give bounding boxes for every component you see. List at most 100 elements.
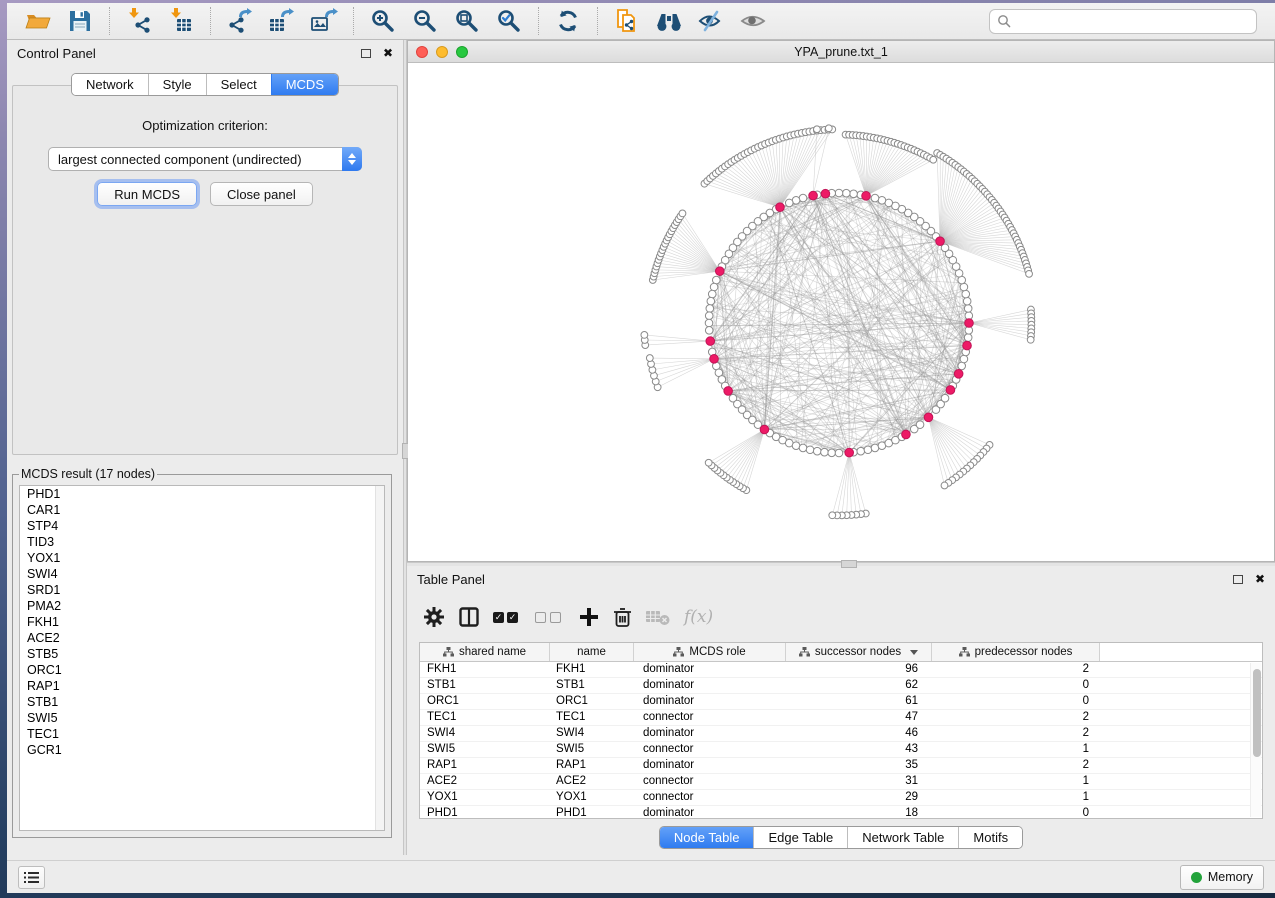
select-all-button[interactable]: ✓✓: [493, 602, 521, 632]
table-row[interactable]: SWI4SWI4dominator462: [420, 726, 1262, 742]
mcds-result-list[interactable]: PHD1CAR1STP4TID3YOX1SWI4SRD1PMA2FKH1ACE2…: [19, 485, 385, 831]
mcds-result-item[interactable]: RAP1: [20, 678, 384, 694]
mcds-result-item[interactable]: FKH1: [20, 614, 384, 630]
mcds-result-item[interactable]: CAR1: [20, 502, 384, 518]
network-window-titlebar[interactable]: YPA_prune.txt_1: [408, 41, 1274, 63]
table-panel-title: Table Panel: [417, 572, 485, 587]
copy-network-button[interactable]: [612, 6, 642, 36]
mcds-result-item[interactable]: STB5: [20, 646, 384, 662]
table-panel: Table Panel ✖ ✓✓ f(x) shared namenameMCDS…: [407, 566, 1275, 855]
export-network-button[interactable]: [225, 6, 255, 36]
scrollbar-thumb[interactable]: [1253, 669, 1261, 757]
tab-motifs[interactable]: Motifs: [958, 827, 1022, 848]
binoculars-button[interactable]: [654, 6, 684, 36]
function-builder-icon: f(x): [684, 607, 713, 627]
import-network-button[interactable]: [124, 6, 154, 36]
gear-button[interactable]: [423, 602, 445, 632]
tab-network[interactable]: Network: [72, 74, 148, 95]
zoom-selected-button[interactable]: [494, 6, 524, 36]
delete-column-icon: [613, 607, 632, 628]
mcds-list-scrollbar[interactable]: [375, 486, 384, 830]
criterion-dropdown[interactable]: largest connected component (undirected): [48, 147, 362, 171]
tab-edge-table[interactable]: Edge Table: [753, 827, 847, 848]
network-view[interactable]: [408, 63, 1274, 561]
mcds-result-item[interactable]: STP4: [20, 518, 384, 534]
table-cell: 2: [932, 662, 1100, 677]
splitter-grip[interactable]: [841, 560, 857, 568]
memory-button[interactable]: Memory: [1180, 865, 1264, 890]
tab-select[interactable]: Select: [206, 74, 271, 95]
column-type-icon: [443, 647, 454, 657]
toolbar-separator: [597, 7, 598, 35]
column-header-label: successor nodes: [815, 646, 901, 658]
close-panel-button[interactable]: Close panel: [210, 182, 313, 206]
table-scrollbar[interactable]: [1250, 663, 1261, 817]
tab-node-table[interactable]: Node Table: [660, 827, 754, 848]
table-row[interactable]: YOX1YOX1connector291: [420, 790, 1262, 806]
show-graphics-button[interactable]: [738, 6, 768, 36]
add-column-button[interactable]: [579, 602, 599, 632]
table-row[interactable]: TEC1TEC1connector472: [420, 710, 1262, 726]
mcds-result-item[interactable]: PHD1: [20, 486, 384, 502]
table-row[interactable]: PHD1PHD1dominator180: [420, 806, 1262, 819]
run-mcds-button[interactable]: Run MCDS: [97, 182, 197, 206]
table-row[interactable]: FKH1FKH1dominator962: [420, 662, 1262, 678]
table-cell: 18: [786, 806, 932, 819]
mcds-result-item[interactable]: GCR1: [20, 742, 384, 758]
mcds-result-item[interactable]: SWI5: [20, 710, 384, 726]
mcds-result-item[interactable]: PMA2: [20, 598, 384, 614]
tab-network-table[interactable]: Network Table: [847, 827, 958, 848]
task-history-button[interactable]: [18, 866, 45, 889]
zoom-fit-button[interactable]: [452, 6, 482, 36]
mcds-result-item[interactable]: YOX1: [20, 550, 384, 566]
mcds-result-item[interactable]: TEC1: [20, 726, 384, 742]
tab-mcds[interactable]: MCDS: [271, 74, 338, 95]
zoom-out-button[interactable]: [410, 6, 440, 36]
export-image-button[interactable]: [309, 6, 339, 36]
horizontal-splitter[interactable]: [407, 562, 1275, 566]
table-cell: SWI4: [420, 726, 550, 741]
mcds-result-item[interactable]: TID3: [20, 534, 384, 550]
search-box[interactable]: [989, 9, 1257, 34]
node-table: shared namenameMCDS role successor nodes p…: [419, 642, 1263, 819]
mcds-result-item[interactable]: STB1: [20, 694, 384, 710]
close-panel-icon[interactable]: ✖: [1255, 573, 1265, 585]
table-row[interactable]: ACE2ACE2connector311: [420, 774, 1262, 790]
search-input[interactable]: [1016, 14, 1249, 28]
zoom-selected-icon: [495, 7, 523, 35]
split-view-button[interactable]: [459, 602, 479, 632]
table-cell: TEC1: [550, 710, 634, 725]
mcds-result-item[interactable]: SWI4: [20, 566, 384, 582]
column-header-predecessor-nodes[interactable]: predecessor nodes: [932, 643, 1100, 661]
table-row[interactable]: ORC1ORC1dominator610: [420, 694, 1262, 710]
save-button[interactable]: [65, 6, 95, 36]
vertical-splitter[interactable]: [403, 40, 407, 855]
tab-style[interactable]: Style: [148, 74, 206, 95]
mcds-result-item[interactable]: ORC1: [20, 662, 384, 678]
export-table-button[interactable]: [267, 6, 297, 36]
column-header-MCDS-role[interactable]: MCDS role: [634, 643, 786, 661]
mcds-result-item[interactable]: SRD1: [20, 582, 384, 598]
hide-graphics-button[interactable]: [696, 6, 726, 36]
zoom-in-button[interactable]: [368, 6, 398, 36]
network-canvas[interactable]: [408, 63, 1275, 561]
refresh-button[interactable]: [553, 6, 583, 36]
table-row[interactable]: RAP1RAP1dominator352: [420, 758, 1262, 774]
column-header-successor-nodes[interactable]: successor nodes: [786, 643, 932, 661]
table-row[interactable]: STB1STB1dominator620: [420, 678, 1262, 694]
close-panel-icon[interactable]: ✖: [383, 47, 393, 59]
table-cell: 1: [932, 742, 1100, 757]
table-cell: ACE2: [550, 774, 634, 789]
column-header-name[interactable]: name: [550, 643, 634, 661]
delete-column-button[interactable]: [613, 602, 632, 632]
float-panel-icon[interactable]: [1233, 575, 1243, 584]
float-panel-icon[interactable]: [361, 49, 371, 58]
table-row[interactable]: SWI5SWI5connector431: [420, 742, 1262, 758]
select-all-icon: ✓✓: [493, 612, 521, 623]
open-folder-button[interactable]: [23, 6, 53, 36]
table-cell: TEC1: [420, 710, 550, 725]
mcds-result-item[interactable]: ACE2: [20, 630, 384, 646]
import-table-button[interactable]: [166, 6, 196, 36]
deselect-all-button[interactable]: [535, 602, 565, 632]
column-header-shared-name[interactable]: shared name: [420, 643, 550, 661]
